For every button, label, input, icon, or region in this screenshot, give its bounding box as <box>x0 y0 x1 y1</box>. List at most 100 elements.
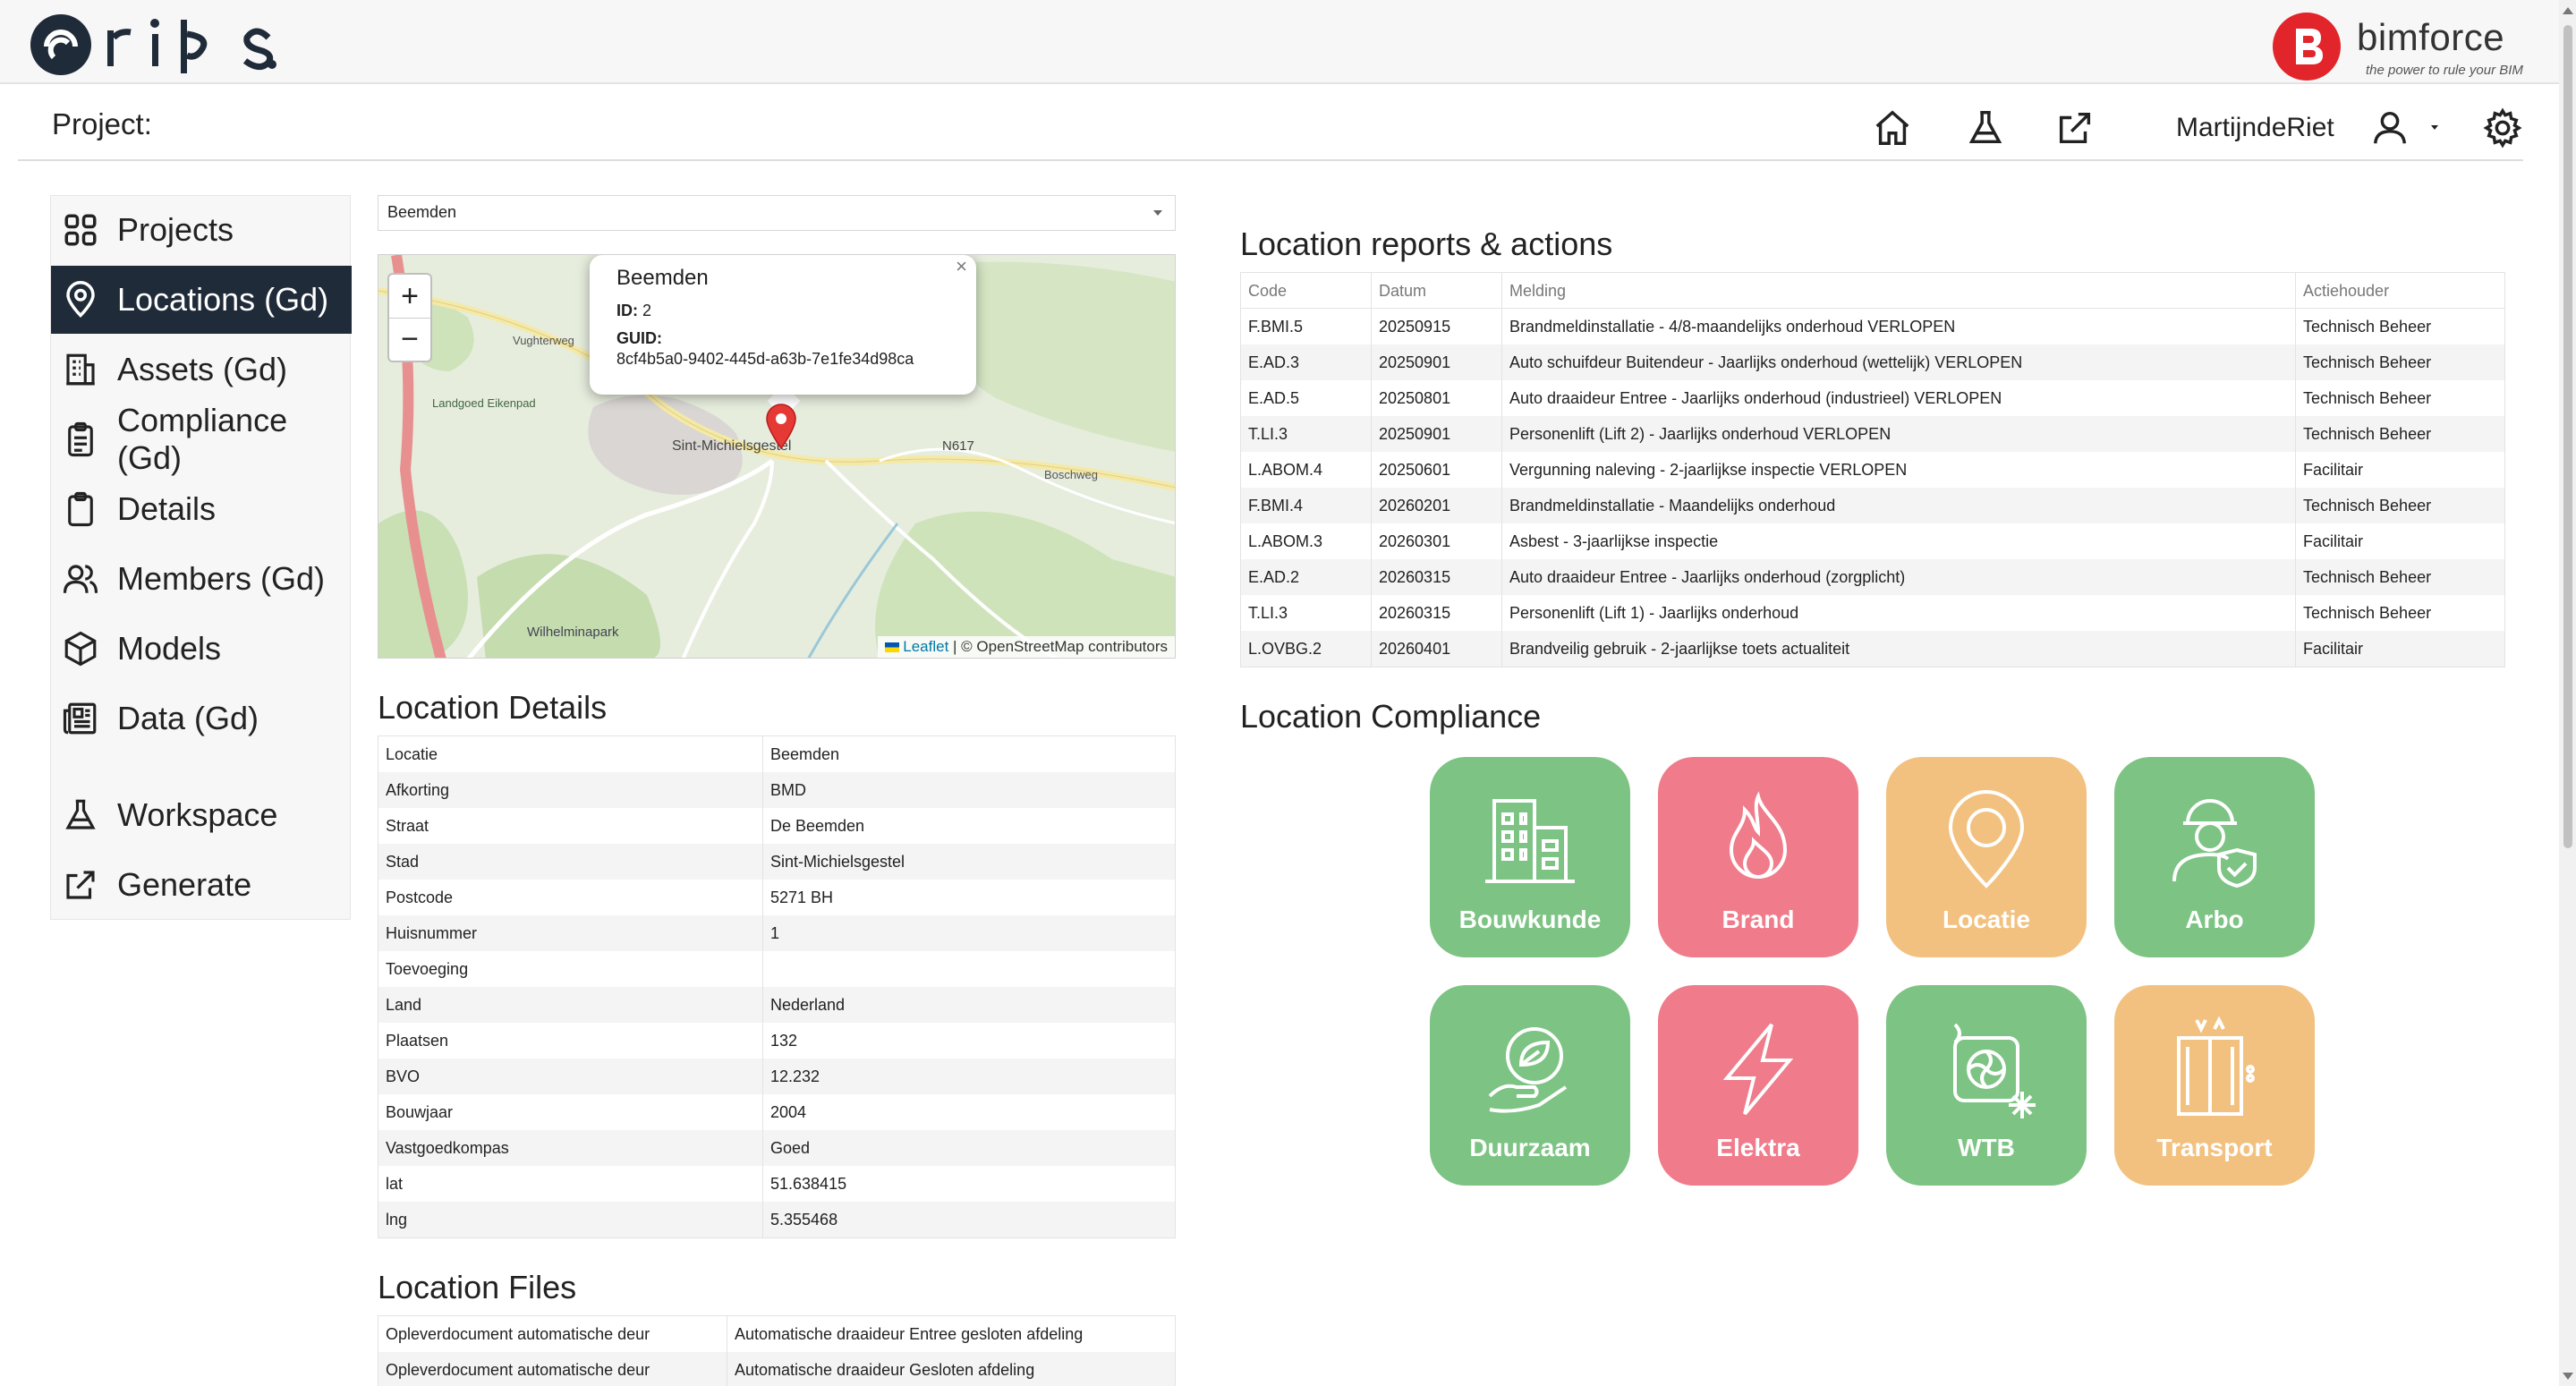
column-header[interactable]: Actiehouder <box>2296 273 2504 308</box>
map-popup: Beemden ID: 2 GUID: 8cf4b5a0-9402-445d-a… <box>590 255 976 395</box>
elevator-icon <box>2161 1016 2268 1123</box>
sidebar-item-label: Generate <box>117 866 252 903</box>
table-row[interactable]: Opleverdocument automatische deur Automat… <box>378 1316 1175 1352</box>
cube-icon <box>62 630 99 667</box>
location-map[interactable]: Sint-Michielsgestel N617 Wilhelminapark … <box>378 254 1176 659</box>
project-bar: Project: MartijndeRiet <box>18 86 2523 161</box>
column-header[interactable]: Melding <box>1502 273 2296 308</box>
compliance-tile-bouwkunde[interactable]: Bouwkunde <box>1430 757 1630 957</box>
sidebar: Projects Locations (Gd) Assets (Gd) Comp… <box>50 195 352 920</box>
hvac-fan-icon <box>1933 1016 2040 1123</box>
flask-icon <box>62 796 99 834</box>
compliance-tile-duurzaam[interactable]: Duurzaam <box>1430 985 1630 1186</box>
people-icon <box>62 560 99 598</box>
sidebar-item-generate[interactable]: Generate <box>51 851 352 919</box>
table-row[interactable]: F.BMI.5 20250915 Brandmeldinstallatie - 4/… <box>1241 309 2504 344</box>
tile-label: Transport <box>2156 1134 2273 1161</box>
map-pin-icon <box>1933 787 2040 895</box>
zoom-out-button[interactable]: − <box>389 318 430 361</box>
grid-icon <box>62 211 99 249</box>
table-row[interactable]: E.AD.2 20260315 Auto draaideur Entree - Ja… <box>1241 559 2504 595</box>
table-row: Toevoeging <box>378 951 1175 987</box>
map-marker-icon[interactable] <box>765 404 797 450</box>
close-icon[interactable]: × <box>956 255 967 278</box>
rips-logo[interactable] <box>27 11 295 79</box>
user-name[interactable]: MartijndeRiet <box>2176 113 2334 143</box>
bimforce-logo[interactable]: bimforce the power to rule your BIM <box>2273 9 2532 81</box>
compliance-tile-locatie[interactable]: Locatie <box>1886 757 2087 957</box>
bimforce-mark <box>2273 13 2341 81</box>
map-estate-label: Landgoed Eikenpad <box>432 396 536 410</box>
sidebar-item-label: Projects <box>117 211 234 248</box>
table-row: Plaatsen 132 <box>378 1023 1175 1059</box>
sidebar-item-label: Workspace <box>117 796 278 833</box>
building-icon <box>1476 787 1584 895</box>
popup-guid-value: 8cf4b5a0-9402-445d-a63b-7e1fe34d98ca <box>616 350 914 368</box>
clipboard-check-icon <box>62 421 99 458</box>
zoom-in-button[interactable]: + <box>389 275 430 318</box>
table-row: Bouwjaar 2004 <box>378 1094 1175 1130</box>
sidebar-item-data[interactable]: Data (Gd) <box>51 684 352 753</box>
tile-label: WTB <box>1958 1134 2015 1161</box>
table-row[interactable]: T.LI.3 20250901 Personenlift (Lift 2) - Ja… <box>1241 416 2504 452</box>
table-row[interactable]: L.ABOM.3 20260301 Asbest - 3-jaarlijkse in… <box>1241 523 2504 559</box>
table-header: Code Datum Melding Actiehouder <box>1241 273 2504 309</box>
location-files-table: Opleverdocument automatische deur Automat… <box>378 1315 1176 1386</box>
table-row[interactable]: Opleverdocument automatische deur Automat… <box>378 1352 1175 1386</box>
location-select[interactable]: Beemden <box>378 195 1176 231</box>
table-row: Stad Sint-Michielsgestel <box>378 844 1175 880</box>
scroll-up-icon[interactable] <box>2563 7 2573 14</box>
flame-icon <box>1705 787 1812 895</box>
tile-label: Arbo <box>2185 906 2244 933</box>
sidebar-item-details[interactable]: Details <box>51 475 352 543</box>
sidebar-item-label: Data (Gd) <box>117 700 259 736</box>
flask-icon[interactable] <box>1965 107 2006 149</box>
compliance-tile-elektra[interactable]: Elektra <box>1658 985 1858 1186</box>
compliance-tile-wtb[interactable]: WTB <box>1886 985 2087 1186</box>
home-icon[interactable] <box>1872 107 1913 149</box>
sidebar-item-locations[interactable]: Locations (Gd) <box>51 266 352 334</box>
popup-title: Beemden <box>616 266 709 290</box>
user-icon[interactable] <box>2369 107 2410 149</box>
external-link-icon <box>62 866 99 904</box>
tile-label: Elektra <box>1716 1134 1800 1161</box>
top-bar: bimforce the power to rule your BIM <box>0 0 2559 84</box>
sidebar-item-models[interactable]: Models <box>51 615 352 683</box>
compliance-tile-brand[interactable]: Brand <box>1658 757 1858 957</box>
compliance-tile-transport[interactable]: Transport <box>2114 985 2315 1186</box>
table-row[interactable]: L.ABOM.4 20250601 Vergunning naleving - 2-… <box>1241 452 2504 488</box>
table-row[interactable]: F.BMI.4 20260201 Brandmeldinstallatie - Ma… <box>1241 488 2504 523</box>
table-row[interactable]: T.LI.3 20260315 Personenlift (Lift 1) - Ja… <box>1241 595 2504 631</box>
sidebar-item-members[interactable]: Members (Gd) <box>51 545 352 613</box>
popup-id: ID: 2 <box>616 302 652 319</box>
sidebar-item-label: Compliance (Gd) <box>117 402 288 476</box>
table-row[interactable]: L.OVBG.2 20260401 Brandveilig gebruik - 2-… <box>1241 631 2504 667</box>
map-street-label: Boschweg <box>1044 468 1098 481</box>
chevron-down-icon <box>1153 210 1162 216</box>
table-row: Straat De Beemden <box>378 808 1175 844</box>
lightning-icon <box>1705 1016 1812 1123</box>
external-link-icon[interactable] <box>2054 107 2096 149</box>
sidebar-item-label: Locations (Gd) <box>117 281 329 318</box>
leaflet-link[interactable]: Leaflet <box>903 638 948 655</box>
gear-icon[interactable] <box>2482 107 2523 149</box>
sidebar-item-assets[interactable]: Assets (Gd) <box>51 336 352 404</box>
location-files-title: Location Files <box>378 1269 577 1305</box>
building-icon <box>62 351 99 388</box>
sidebar-item-workspace[interactable]: Workspace <box>51 781 352 849</box>
table-row[interactable]: E.AD.3 20250901 Auto schuifdeur Buitendeur… <box>1241 344 2504 380</box>
compliance-tile-arbo[interactable]: Arbo <box>2114 757 2315 957</box>
column-header[interactable]: Datum <box>1372 273 1502 308</box>
sidebar-item-compliance[interactable]: Compliance (Gd) <box>51 402 352 476</box>
scrollbar-thumb[interactable] <box>2563 25 2572 848</box>
tile-label: Bouwkunde <box>1458 906 1602 933</box>
clipboard-icon <box>62 490 99 528</box>
scroll-down-icon[interactable] <box>2563 1373 2573 1380</box>
map-park-label: Wilhelminapark <box>527 625 619 640</box>
map-road-label: N617 <box>942 438 974 454</box>
sidebar-item-projects[interactable]: Projects <box>51 196 352 264</box>
user-menu-caret-icon[interactable] <box>2414 107 2438 149</box>
column-header[interactable]: Code <box>1241 273 1372 308</box>
sidebar-item-label: Assets (Gd) <box>117 351 288 387</box>
table-row[interactable]: E.AD.5 20250801 Auto draaideur Entree - Ja… <box>1241 380 2504 416</box>
